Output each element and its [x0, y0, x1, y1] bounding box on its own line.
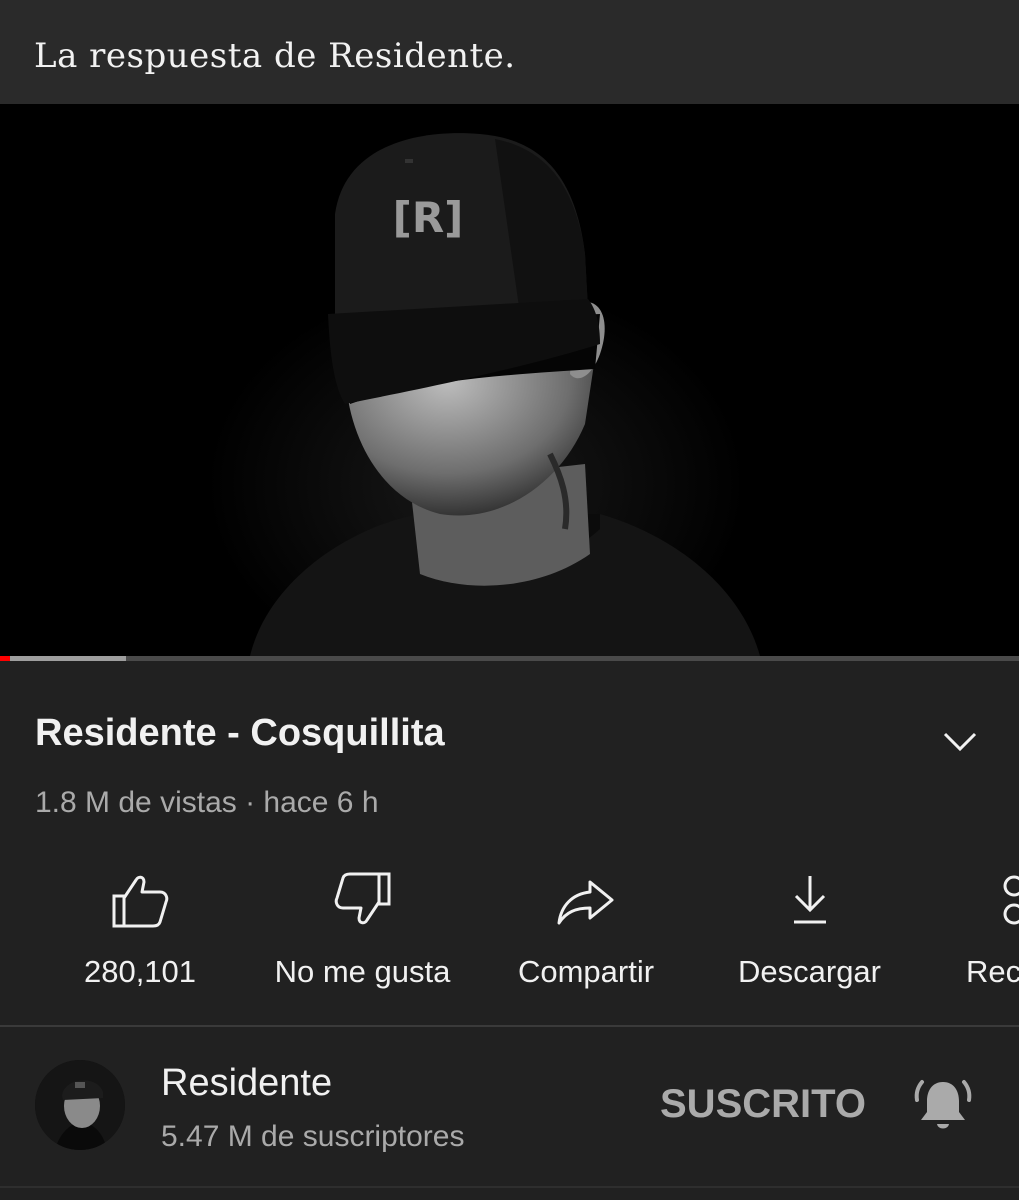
action-bar: 280,101 No me gusta Compartir Descargar … — [0, 860, 1019, 1000]
channel-avatar[interactable] — [35, 1060, 125, 1150]
dislike-label: No me gusta — [274, 954, 451, 989]
cap-logo: [R] — [393, 193, 464, 242]
download-icon — [793, 876, 826, 924]
share-label: Compartir — [517, 954, 655, 989]
dislike-button[interactable]: No me gusta — [255, 860, 470, 1000]
progress-buffered — [0, 656, 127, 661]
section-divider — [0, 1025, 1019, 1027]
subscribed-button[interactable]: SUSCRITO — [660, 1082, 866, 1127]
like-button[interactable]: 280,101 — [70, 860, 210, 1000]
bell-icon — [914, 1080, 972, 1129]
download-button[interactable]: Descargar — [722, 860, 897, 1000]
share-button[interactable]: Compartir — [500, 860, 672, 1000]
share-icon — [557, 880, 614, 925]
video-thumbnail: [R] — [0, 104, 1019, 656]
expand-description-button[interactable] — [938, 722, 982, 762]
notification-bell-button[interactable] — [912, 1074, 974, 1136]
video-title[interactable]: Residente - Cosquillita — [35, 712, 445, 755]
download-label: Descargar — [738, 954, 881, 989]
tweet-caption-text: La respuesta de Residente. — [34, 36, 516, 76]
video-metadata: 1.8 M de vistas · hace 6 h — [35, 786, 379, 819]
channel-name[interactable]: Residente — [161, 1062, 332, 1105]
bottom-divider — [0, 1186, 1019, 1188]
chevron-down-icon — [943, 732, 977, 752]
save-icon — [1003, 875, 1019, 925]
video-progress-bar[interactable] — [0, 656, 1019, 661]
thumbs-up-icon — [112, 875, 169, 928]
video-player[interactable]: [R] — [0, 104, 1019, 656]
tweet-caption-bar: La respuesta de Residente. — [0, 0, 1019, 104]
save-label: Rec — [966, 954, 1019, 989]
progress-played — [0, 656, 11, 661]
avatar-image — [35, 1060, 125, 1150]
subscriber-count: 5.47 M de suscriptores — [161, 1120, 465, 1153]
save-button[interactable]: Rec — [960, 860, 1019, 1000]
thumbs-down-icon — [334, 872, 390, 925]
like-count: 280,101 — [83, 954, 197, 989]
